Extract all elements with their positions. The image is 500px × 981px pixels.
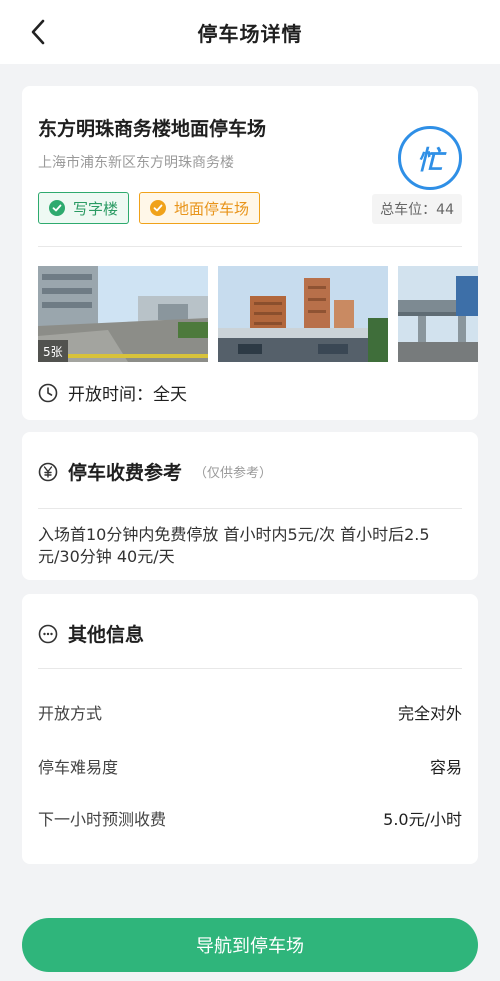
info-key: 开放方式 [38, 704, 103, 723]
lot-name: 东方明珠商务楼地面停车场 [38, 118, 267, 140]
other-info-header: 其他信息 [38, 620, 144, 647]
more-icon [38, 624, 58, 643]
fee-section-header: 停车收费参考 （仅供参考） [38, 458, 272, 485]
check-circle-icon [49, 200, 65, 216]
info-row-difficulty: 停车难易度 容易 [38, 754, 462, 778]
lot-photo[interactable] [398, 266, 478, 362]
divider [38, 668, 462, 669]
total-spots: 总车位：44 [372, 194, 462, 224]
divider [38, 508, 462, 509]
tag-office-building: 写字楼 [38, 192, 130, 224]
yen-icon [38, 462, 58, 481]
photo-gallery[interactable]: 5张 [38, 266, 478, 362]
info-row-predicted-fee: 下一小时预测收费 5.0元/小时 [38, 806, 462, 830]
chevron-left-icon [31, 19, 45, 45]
page-title: 停车场详情 [197, 21, 303, 46]
tag-surface-lot: 地面停车场 [139, 192, 261, 224]
lot-photo[interactable] [218, 266, 388, 362]
opening-hours-text: 开放时间：全天 [68, 385, 187, 405]
info-key: 下一小时预测收费 [38, 810, 167, 829]
parking-fee-card: 停车收费参考 （仅供参考） 入场首10分钟内免费停放 首小时内5元/次 首小时后… [22, 432, 478, 580]
photo-count: 5张 [38, 340, 68, 362]
top-bar: 停车场详情 [0, 0, 500, 64]
clock-icon [38, 383, 58, 402]
tag-label: 地面停车场 [174, 199, 250, 218]
other-info-title: 其他信息 [68, 624, 145, 646]
lot-photo[interactable]: 5张 [38, 266, 208, 362]
lot-address: 上海市浦东新区东方明珠商务楼 [38, 155, 234, 171]
info-row-access: 开放方式 完全对外 [38, 700, 462, 724]
info-value: 容易 [429, 758, 462, 777]
lot-summary-card: 东方明珠商务楼地面停车场 上海市浦东新区东方明珠商务楼 忙 写字楼 地面停车场 … [22, 86, 478, 420]
navigate-to-lot-button[interactable]: 导航到停车场 [22, 918, 478, 972]
lot-tags: 写字楼 地面停车场 [38, 192, 261, 224]
fee-section-note: （仅供参考） [194, 466, 273, 481]
other-info-card: 其他信息 开放方式 完全对外 停车难易度 容易 下一小时预测收费 5.0元/小时 [22, 594, 478, 864]
opening-hours: 开放时间：全天 [38, 380, 187, 405]
info-key: 停车难易度 [38, 758, 119, 777]
busy-status-badge: 忙 [398, 126, 462, 190]
fee-description: 入场首10分钟内免费停放 首小时内5元/次 首小时后2.5元/30分钟 40元/… [38, 525, 430, 566]
check-circle-icon [150, 200, 167, 216]
divider [38, 246, 462, 247]
back-button[interactable] [22, 16, 54, 48]
fee-section-title: 停车收费参考 [68, 462, 183, 484]
tag-label: 写字楼 [73, 199, 119, 218]
info-value: 完全对外 [397, 704, 462, 723]
info-value: 5.0元/小时 [383, 810, 462, 829]
